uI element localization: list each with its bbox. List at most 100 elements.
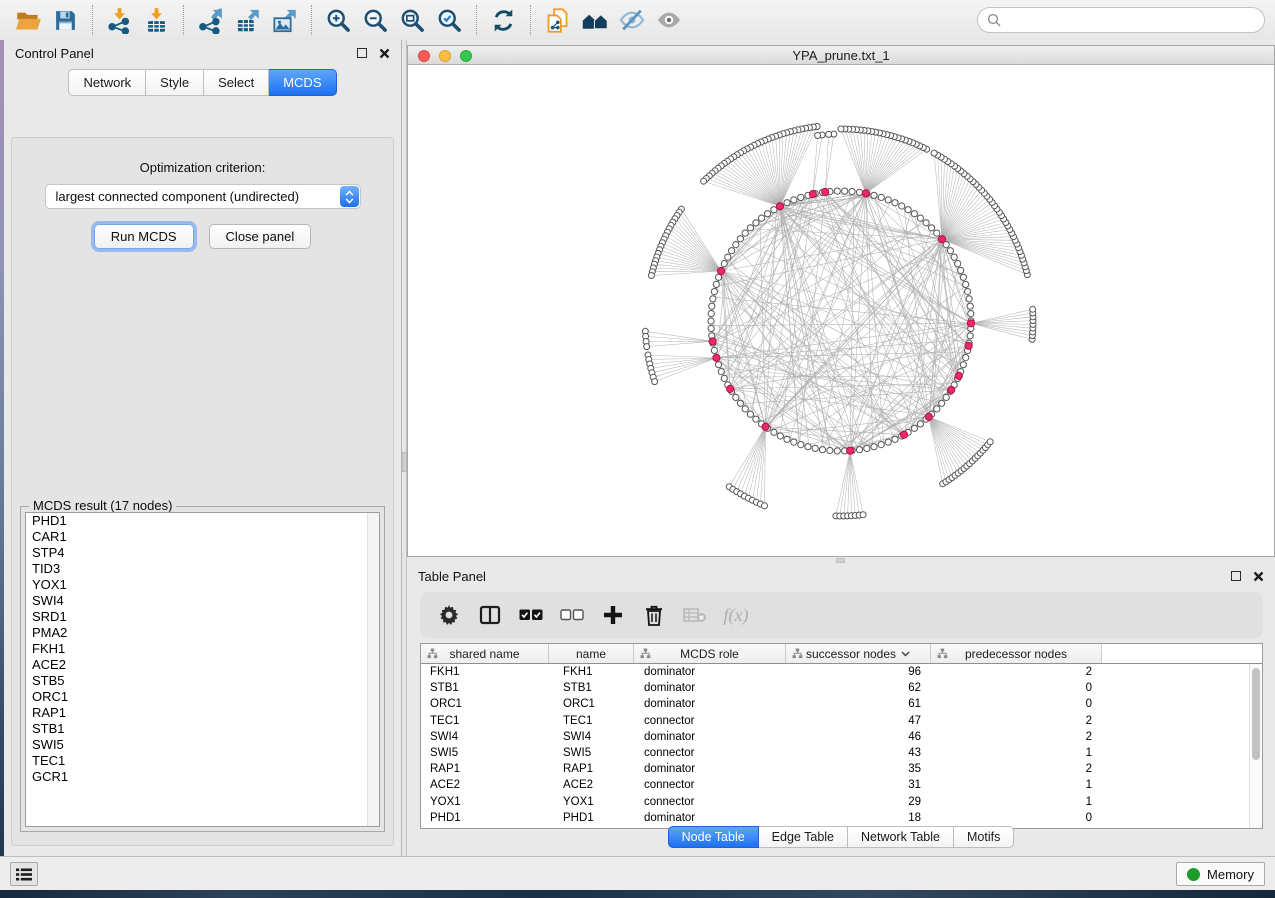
mcds-network-node[interactable] <box>938 236 945 243</box>
table-row[interactable]: RAP1RAP1dominator352 <box>421 761 1262 777</box>
optimization-criterion-select[interactable]: largest connected component (undirected) <box>45 184 361 209</box>
mcds-network-node[interactable] <box>822 188 829 195</box>
split-table-button[interactable] <box>478 602 502 628</box>
new-network-from-selection-button[interactable] <box>539 3 576 37</box>
mcds-result-item[interactable]: YOX1 <box>26 577 379 593</box>
export-network-button[interactable] <box>192 3 229 37</box>
mcds-result-item[interactable]: TEC1 <box>26 753 379 769</box>
table-row[interactable]: YOX1YOX1connector291 <box>421 794 1262 810</box>
float-panel-icon[interactable] <box>357 48 367 58</box>
table-row[interactable]: ORC1ORC1dominator610 <box>421 696 1262 712</box>
zoom-in-button[interactable] <box>320 3 357 37</box>
memory-button[interactable]: Memory <box>1176 862 1265 886</box>
mcds-result-item[interactable]: GCR1 <box>26 769 379 785</box>
search-box[interactable] <box>977 7 1265 33</box>
mcds-result-item[interactable]: STB5 <box>26 673 379 689</box>
mcds-network-node[interactable] <box>900 431 907 438</box>
add-column-button[interactable] <box>601 602 625 628</box>
column-header-shared-name[interactable]: shared name <box>421 644 549 663</box>
hide-selected-button[interactable] <box>613 3 650 37</box>
mcds-result-list[interactable]: PHD1CAR1STP4TID3YOX1SWI4SRD1PMA2FKH1ACE2… <box>25 512 380 827</box>
table-cell: STB1 <box>549 682 634 694</box>
table-row[interactable]: SWI4SWI4dominator462 <box>421 729 1262 745</box>
mcds-network-node[interactable] <box>776 203 783 210</box>
mcds-network-node[interactable] <box>709 338 716 345</box>
mcds-result-item[interactable]: PHD1 <box>26 513 379 529</box>
mcds-result-item[interactable]: ORC1 <box>26 689 379 705</box>
mcds-network-node[interactable] <box>948 386 955 393</box>
mcds-network-node[interactable] <box>713 354 720 361</box>
mcds-network-node[interactable] <box>809 191 816 198</box>
table-scrollbar[interactable] <box>1249 664 1262 828</box>
mcds-network-node[interactable] <box>727 385 734 392</box>
close-panel-button[interactable]: Close panel <box>209 224 312 249</box>
mcds-result-item[interactable]: FKH1 <box>26 641 379 657</box>
network-window-titlebar[interactable]: YPA_prune.txt_1 <box>408 46 1274 65</box>
export-image-button[interactable] <box>266 3 303 37</box>
mcds-result-item[interactable]: STB1 <box>26 721 379 737</box>
save-session-button[interactable] <box>47 3 84 37</box>
zoom-selected-button[interactable] <box>431 3 468 37</box>
tab-node-table[interactable]: Node Table <box>668 826 759 848</box>
mcds-network-node[interactable] <box>762 423 769 430</box>
import-network-button[interactable] <box>101 3 138 37</box>
float-panel-icon[interactable] <box>1231 571 1241 581</box>
tab-network[interactable]: Network <box>68 69 146 96</box>
task-history-button[interactable] <box>10 862 38 886</box>
mcds-result-item[interactable]: PMA2 <box>26 625 379 641</box>
mcds-network-node[interactable] <box>965 342 972 349</box>
show-all-button[interactable] <box>650 3 687 37</box>
open-session-button[interactable] <box>10 3 47 37</box>
delete-columns-button[interactable] <box>642 602 666 628</box>
first-neighbors-button[interactable] <box>576 3 613 37</box>
network-canvas-svg[interactable] <box>408 65 1274 556</box>
search-input[interactable] <box>1007 13 1255 28</box>
mcds-result-item[interactable]: TID3 <box>26 561 379 577</box>
table-row[interactable]: PHD1PHD1dominator180 <box>421 810 1262 826</box>
table-row[interactable]: STB1STB1dominator620 <box>421 680 1262 696</box>
mcds-result-item[interactable]: STP4 <box>26 545 379 561</box>
table-row[interactable]: TEC1TEC1connector472 <box>421 713 1262 729</box>
table-row[interactable]: FKH1FKH1dominator962 <box>421 664 1262 680</box>
tab-motifs[interactable]: Motifs <box>954 826 1014 848</box>
table-row[interactable]: SWI5SWI5connector431 <box>421 745 1262 761</box>
mcds-result-item[interactable]: SWI5 <box>26 737 379 753</box>
zoom-out-button[interactable] <box>357 3 394 37</box>
mcds-result-item[interactable]: ACE2 <box>26 657 379 673</box>
mcds-result-item[interactable]: SWI4 <box>26 593 379 609</box>
export-table-button[interactable] <box>229 3 266 37</box>
mcds-network-node[interactable] <box>847 447 854 454</box>
deselect-all-rows-button[interactable] <box>560 602 584 628</box>
tab-network-table[interactable]: Network Table <box>848 826 954 848</box>
column-settings-button[interactable] <box>437 602 461 628</box>
tab-style[interactable]: Style <box>146 69 204 96</box>
delete-table-button[interactable] <box>683 602 707 628</box>
function-builder-button[interactable]: f(x) <box>724 602 748 628</box>
refresh-button[interactable] <box>485 3 522 37</box>
select-all-rows-button[interactable] <box>519 602 543 628</box>
mcds-result-item[interactable]: RAP1 <box>26 705 379 721</box>
scrollbar-thumb[interactable] <box>1252 668 1260 760</box>
close-panel-icon[interactable] <box>1253 571 1264 582</box>
column-header-name[interactable]: name <box>549 644 634 663</box>
column-header-successor-nodes[interactable]: successor nodes <box>786 644 931 663</box>
mcds-network-node[interactable] <box>967 320 974 327</box>
import-table-button[interactable] <box>138 3 175 37</box>
mcds-network-node[interactable] <box>717 267 724 274</box>
run-mcds-button[interactable]: Run MCDS <box>94 224 194 249</box>
mcds-network-node[interactable] <box>955 372 962 379</box>
tab-edge-table[interactable]: Edge Table <box>759 826 848 848</box>
open-folder-icon <box>15 7 42 34</box>
tab-mcds[interactable]: MCDS <box>269 69 336 96</box>
mcds-network-node[interactable] <box>925 413 932 420</box>
close-panel-icon[interactable] <box>379 48 390 59</box>
tab-select[interactable]: Select <box>204 69 269 96</box>
mcds-network-node[interactable] <box>862 190 869 197</box>
mcds-list-scrollbar[interactable] <box>367 513 379 826</box>
mcds-result-item[interactable]: SRD1 <box>26 609 379 625</box>
column-header-MCDS-role[interactable]: MCDS role <box>634 644 786 663</box>
mcds-result-item[interactable]: CAR1 <box>26 529 379 545</box>
column-header-predecessor-nodes[interactable]: predecessor nodes <box>931 644 1102 663</box>
table-row[interactable]: ACE2ACE2connector311 <box>421 777 1262 793</box>
zoom-fit-button[interactable] <box>394 3 431 37</box>
